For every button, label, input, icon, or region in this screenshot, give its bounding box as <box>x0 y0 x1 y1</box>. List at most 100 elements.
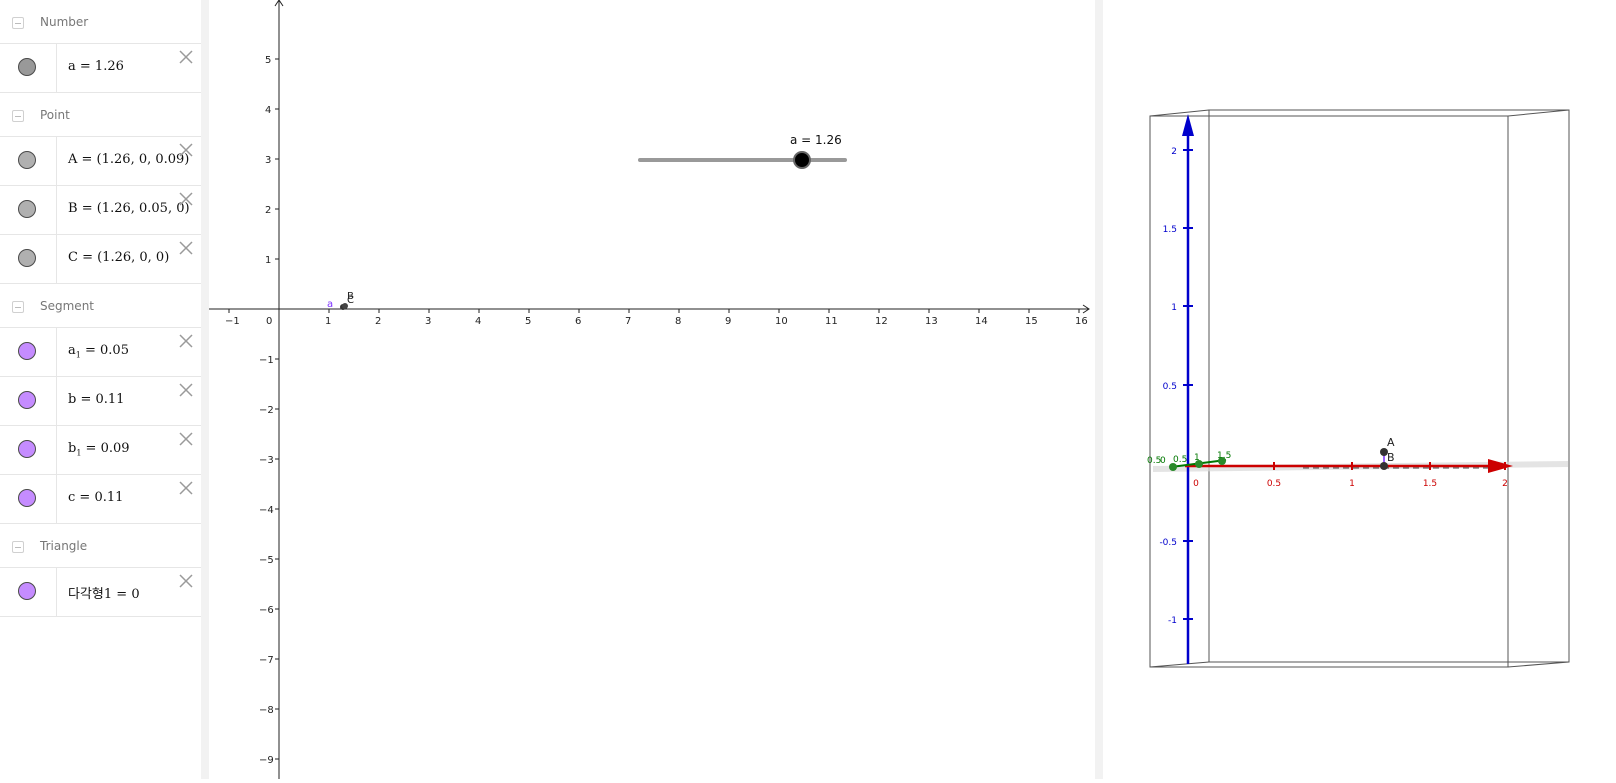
visibility-toggle[interactable] <box>0 568 57 616</box>
visibility-toggle[interactable] <box>0 328 57 376</box>
x-tick-label: 11 <box>825 316 838 327</box>
x-tick-label: 14 <box>975 316 988 327</box>
visibility-marble-icon[interactable] <box>18 489 36 507</box>
y-tick-label: −8 <box>259 705 274 716</box>
x-tick-label: 5 <box>525 316 531 327</box>
algebra-item[interactable]: C = (1.26, 0, 0) <box>0 234 201 284</box>
graphics-view[interactable]: −1 0 1 2 3 4 5 6 7 8 9 10 11 12 13 14 15 16 1 2 3 4 5 −1 −2 −3 −4−… <box>209 0 1095 779</box>
minus-icon[interactable] <box>12 17 24 29</box>
clipping-box-back <box>1208 109 1570 663</box>
algebra-expression[interactable]: b = 0.11 <box>68 392 124 407</box>
close-icon[interactable] <box>177 430 195 448</box>
algebra-item[interactable]: A = (1.26, 0, 0.09) <box>0 136 201 186</box>
visibility-marble-icon[interactable] <box>18 391 36 409</box>
visibility-marble-icon[interactable] <box>18 151 36 169</box>
close-icon[interactable] <box>177 381 195 399</box>
point-label-c: C <box>347 295 354 306</box>
y-tick-label: 4 <box>265 105 271 116</box>
slider-handle[interactable] <box>793 151 811 169</box>
z-tick-label: -0.5 <box>1159 538 1177 548</box>
object-name: C <box>68 250 78 265</box>
close-icon[interactable] <box>177 479 195 497</box>
algebra-expression[interactable]: c = 0.11 <box>68 490 123 505</box>
object-value: = (1.26, 0, 0) <box>77 250 170 265</box>
graphics-2d-canvas[interactable]: −1 0 1 2 3 4 5 6 7 8 9 10 11 12 13 14 15 1612345−1−2−3−4−… <box>209 0 1095 779</box>
algebra-item[interactable]: a1 = 0.05 <box>0 327 201 377</box>
visibility-toggle[interactable] <box>0 44 57 92</box>
minus-icon[interactable] <box>12 301 24 313</box>
visibility-marble-icon[interactable] <box>18 342 36 360</box>
visibility-toggle[interactable] <box>0 186 57 234</box>
y-tick-label: −1 <box>259 355 274 366</box>
object-value: = (1.26, 0.05, 0) <box>77 201 190 216</box>
y-tick-label: 2 <box>265 205 271 216</box>
visibility-marble-icon[interactable] <box>18 58 36 76</box>
object-name: 다각형1 <box>68 587 113 602</box>
close-icon[interactable] <box>177 141 195 159</box>
close-icon[interactable] <box>177 332 195 350</box>
y3d-tick-label: 0.5 <box>1173 455 1187 465</box>
object-value: = 0.05 <box>80 343 129 358</box>
object-name: B <box>68 201 78 216</box>
visibility-marble-icon[interactable] <box>18 200 36 218</box>
x-tick-label: 13 <box>925 316 938 327</box>
visibility-toggle[interactable] <box>0 475 57 523</box>
category-label: Segment <box>40 299 94 313</box>
algebra-expression[interactable]: B = (1.26, 0.05, 0) <box>68 201 190 216</box>
algebra-item[interactable]: c = 0.11 <box>0 474 201 524</box>
algebra-item[interactable]: b = 0.11 <box>0 376 201 426</box>
clipping-box-edge <box>1149 661 1210 668</box>
algebra-expression[interactable]: C = (1.26, 0, 0) <box>68 250 169 265</box>
object-value: = 1.26 <box>75 59 124 74</box>
minus-icon[interactable] <box>12 541 24 553</box>
close-icon[interactable] <box>177 48 195 66</box>
x-tick-label: 12 <box>875 316 888 327</box>
algebra-expression[interactable]: a1 = 0.05 <box>68 343 129 360</box>
algebra-expression[interactable]: a = 1.26 <box>68 59 124 74</box>
algebra-expression[interactable]: 다각형1 = 0 <box>68 583 140 602</box>
algebra-expression[interactable]: A = (1.26, 0, 0.09) <box>68 152 189 167</box>
y-tick-label: −5 <box>259 555 274 566</box>
object-name: A <box>68 152 78 167</box>
close-icon[interactable] <box>177 190 195 208</box>
y-tick-label: 3 <box>265 155 271 166</box>
close-icon[interactable] <box>177 572 195 590</box>
object-value: = (1.26, 0, 0.09) <box>77 152 190 167</box>
x-tick-label: 1 <box>325 316 331 327</box>
category-label: Point <box>40 108 70 122</box>
visibility-toggle[interactable] <box>0 137 57 185</box>
y3d-tick-label: 1 <box>1194 453 1200 463</box>
minus-icon[interactable] <box>12 110 24 122</box>
visibility-toggle[interactable] <box>0 426 57 474</box>
z-tick-label: 0.5 <box>1163 382 1177 392</box>
algebra-item[interactable]: b1 = 0.09 <box>0 425 201 475</box>
visibility-marble-icon[interactable] <box>18 440 36 458</box>
algebra-expression[interactable]: b1 = 0.09 <box>68 441 130 458</box>
visibility-marble-icon[interactable] <box>18 582 36 600</box>
z-tick-label: 2 <box>1171 147 1177 157</box>
y-tick-label: −3 <box>259 455 274 466</box>
graphics-3d-view[interactable]: 2 1.5 1 0.5 -0.5 -1 0 0.5 1 1.5 2 0.5 0 0.5 1 1.5 A B <box>1103 0 1616 779</box>
object-value: = 0.11 <box>76 392 125 407</box>
graphics-3d-canvas[interactable]: 21.510.5-0.5-1 0 0.5 1 1.5 2 0.50 0.5 1 1.5 A B <box>1103 0 1616 779</box>
visibility-toggle[interactable] <box>0 377 57 425</box>
algebra-item[interactable]: a = 1.26 <box>0 43 201 93</box>
view-divider[interactable] <box>201 0 209 779</box>
y-tick-label: −9 <box>259 755 274 766</box>
object-value: = 0.11 <box>75 490 124 505</box>
y3d-tick-label: 0 <box>1160 456 1166 466</box>
algebra-item[interactable]: B = (1.26, 0.05, 0) <box>0 185 201 235</box>
visibility-marble-icon[interactable] <box>18 249 36 267</box>
x-tick-label: 10 <box>775 316 788 327</box>
visibility-toggle[interactable] <box>0 235 57 283</box>
y-tick-label: −4 <box>259 505 274 516</box>
z-tick-label: 1.5 <box>1163 225 1177 235</box>
algebra-category: Triangle <box>0 524 201 568</box>
x-axis-3d-arrow <box>1488 459 1513 473</box>
close-icon[interactable] <box>177 239 195 257</box>
y-tick-label: 1 <box>265 255 271 266</box>
view-divider[interactable] <box>1095 0 1103 779</box>
object-value: = 0 <box>112 587 140 602</box>
z-axis-arrow <box>1182 114 1194 136</box>
algebra-item[interactable]: 다각형1 = 0 <box>0 567 201 617</box>
